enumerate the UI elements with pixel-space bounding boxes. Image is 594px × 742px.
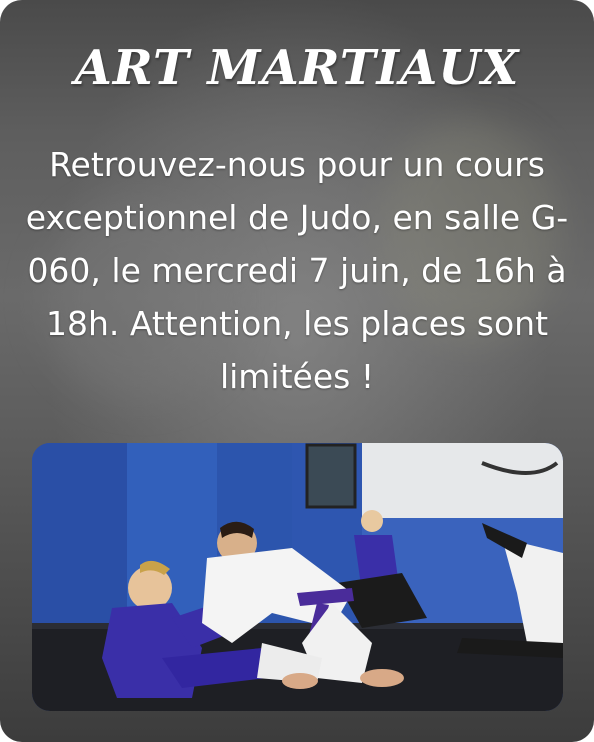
poster-title: ART MARTIAUX xyxy=(74,40,520,96)
judo-photo xyxy=(32,443,563,711)
poster-card: ART MARTIAUX Retrouvez-nous pour un cour… xyxy=(0,0,594,742)
poster-description: Retrouvez-nous pour un cours exceptionne… xyxy=(25,145,569,396)
judo-scene-illustration xyxy=(32,443,563,711)
